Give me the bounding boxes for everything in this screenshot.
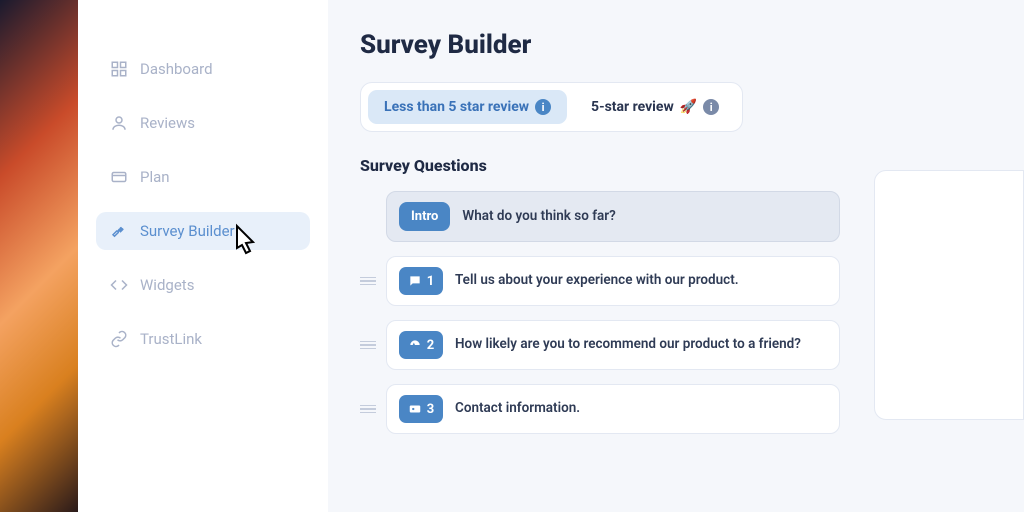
- drag-handle-icon[interactable]: [360, 277, 376, 286]
- sidebar-item-reviews[interactable]: Reviews: [96, 104, 310, 142]
- sidebar-item-dashboard[interactable]: Dashboard: [96, 50, 310, 88]
- question-row: 1 Tell us about your experience with our…: [360, 256, 840, 306]
- link-icon: [110, 330, 128, 348]
- sidebar-item-label: Dashboard: [140, 60, 213, 78]
- sidebar-item-label: Survey Builder: [140, 222, 235, 240]
- sidebar-item-label: Plan: [140, 168, 170, 186]
- speech-icon: [408, 274, 422, 288]
- sidebar-item-trustlink[interactable]: TrustLink: [96, 320, 310, 358]
- sidebar-item-label: TrustLink: [140, 330, 202, 348]
- question-row: 2 How likely are you to recommend our pr…: [360, 320, 840, 370]
- sidebar-item-label: Reviews: [140, 114, 195, 132]
- question-badge: 3: [399, 395, 443, 423]
- question-row: 3 Contact information.: [360, 384, 840, 434]
- sidebar-item-plan[interactable]: Plan: [96, 158, 310, 196]
- review-tabs: Less than 5 star review i 5-star review …: [360, 82, 743, 132]
- wrench-icon: [110, 222, 128, 240]
- question-card[interactable]: 3 Contact information.: [386, 384, 840, 434]
- tab-label: 5-star review: [591, 99, 674, 115]
- question-text: Tell us about your experience with our p…: [455, 272, 739, 290]
- rocket-icon: 🚀: [680, 99, 697, 115]
- gauge-icon: [408, 338, 422, 352]
- question-card[interactable]: 1 Tell us about your experience with our…: [386, 256, 840, 306]
- drag-handle-icon[interactable]: [360, 341, 376, 350]
- sidebar-item-survey-builder[interactable]: Survey Builder: [96, 212, 310, 250]
- question-text: Contact information.: [455, 400, 580, 418]
- desktop-wallpaper-strip: [0, 0, 78, 512]
- question-card[interactable]: 2 How likely are you to recommend our pr…: [386, 320, 840, 370]
- tab-5-star[interactable]: 5-star review 🚀 i: [575, 90, 735, 124]
- sidebar: Dashboard Reviews Plan Survey Builder Wi…: [78, 0, 328, 512]
- question-number: 1: [427, 274, 434, 289]
- user-icon: [110, 114, 128, 132]
- sidebar-item-widgets[interactable]: Widgets: [96, 266, 310, 304]
- question-text: What do you think so far?: [462, 208, 615, 226]
- question-badge: 2: [399, 331, 443, 359]
- page-title: Survey Builder: [360, 30, 1024, 60]
- drag-handle-icon[interactable]: [360, 405, 376, 414]
- question-number: 2: [427, 338, 434, 353]
- info-icon: i: [703, 99, 719, 115]
- card-icon: [110, 168, 128, 186]
- questions-list: Intro What do you think so far? 1 Tell u…: [360, 191, 840, 434]
- tab-less-than-5-star[interactable]: Less than 5 star review i: [368, 90, 567, 124]
- dashboard-icon: [110, 60, 128, 78]
- sidebar-item-label: Widgets: [140, 276, 194, 294]
- main-content: Survey Builder Less than 5 star review i…: [328, 0, 1024, 512]
- question-card-intro[interactable]: Intro What do you think so far?: [386, 191, 840, 242]
- question-number: 3: [427, 402, 434, 417]
- right-panel: [874, 170, 1024, 420]
- tab-label: Less than 5 star review: [384, 99, 529, 115]
- info-icon: i: [535, 99, 551, 115]
- question-text: How likely are you to recommend our prod…: [455, 336, 801, 354]
- id-card-icon: [408, 402, 422, 416]
- code-icon: [110, 276, 128, 294]
- question-badge: 1: [399, 267, 443, 295]
- intro-badge: Intro: [399, 202, 450, 231]
